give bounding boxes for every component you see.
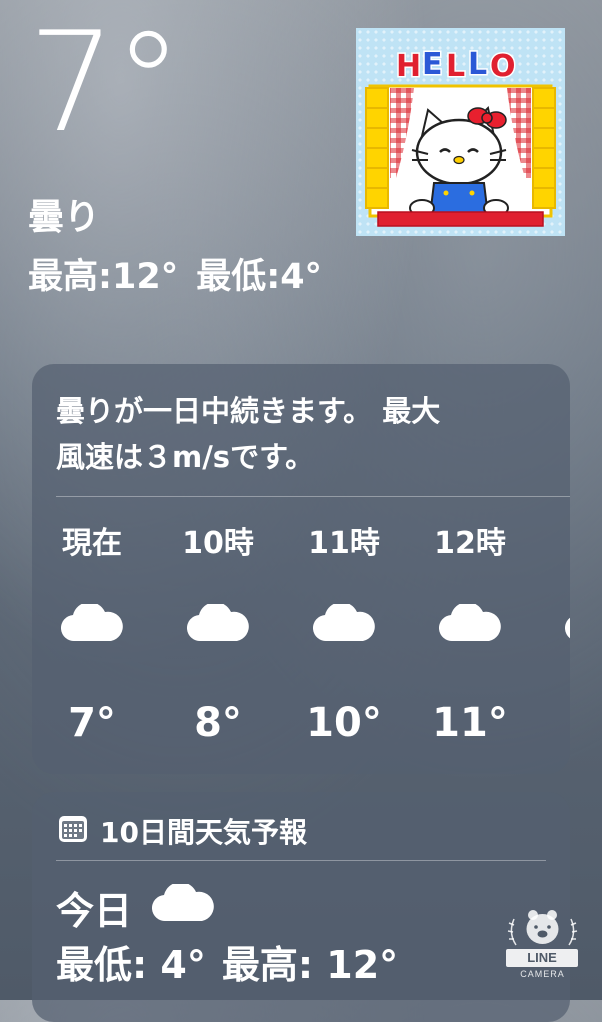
kitty-face xyxy=(411,105,507,186)
hourly-forecast-card: 曇りが一日中続きます。 最大 風速は３m/sです。 現在 7° 10時 8° 1… xyxy=(32,364,570,774)
hour-label: 10時 xyxy=(182,526,254,561)
cloud-icon xyxy=(284,604,404,664)
hello-letter-h: H xyxy=(396,49,421,84)
calendar-icon xyxy=(58,813,88,850)
today-high: 最高:12° xyxy=(28,257,179,297)
ten-day-header: 10日間天気予報 xyxy=(58,808,307,854)
bear-logo-icon xyxy=(507,910,578,946)
hour-label: 12時 xyxy=(434,526,506,561)
high-low: 最高:12° 最低:4° xyxy=(28,248,340,299)
cloud-icon xyxy=(151,882,214,931)
forecast-summary: 曇りが一日中続きます。 最大 風速は３m/sです。 xyxy=(56,388,556,480)
hello-letter-e: E xyxy=(422,47,443,82)
hello-kitty-illustration: H E L L O xyxy=(365,46,556,227)
today-high: 最高: 12° xyxy=(221,943,399,987)
hello-text: H E L L O xyxy=(395,46,518,86)
current-condition: 曇り xyxy=(28,197,101,238)
hour-item: 11時 10° xyxy=(284,524,404,746)
today-label: 今日 xyxy=(56,889,133,933)
today-low: 最低: 4° xyxy=(56,943,206,987)
watermark-sub: CAMERA xyxy=(520,969,565,979)
cloud-icon xyxy=(32,604,152,664)
line-camera-watermark: LINE CAMERA xyxy=(500,905,585,985)
ten-day-forecast-card: 10日間天気予報 今日 最低: 4° 最高: 12° xyxy=(32,792,570,1022)
hour-label: 1 xyxy=(536,524,570,564)
hello-kitty-sticker: H E L L O xyxy=(356,28,565,236)
watermark-brand: LINE xyxy=(506,949,578,967)
hour-temperature: 7° xyxy=(68,700,116,746)
cloud-icon xyxy=(536,604,570,664)
hour-temperature: 1 xyxy=(536,700,570,746)
card-divider xyxy=(56,496,570,497)
forecast-summary-line-1: 曇りが一日中続きます。 最大 xyxy=(56,394,441,428)
cloud-icon xyxy=(158,604,278,664)
today-row[interactable]: 今日 xyxy=(56,880,214,935)
hour-item: 10時 8° xyxy=(158,524,278,746)
forecast-summary-line-2: 風速は３m/sです。 xyxy=(56,440,315,474)
today-range: 最低: 4° 最高: 12° xyxy=(56,934,414,989)
hourly-list[interactable]: 現在 7° 10時 8° 11時 10° 12時 11° xyxy=(32,524,570,764)
hour-temperature: 10° xyxy=(306,700,382,746)
hour-temperature: 8° xyxy=(194,700,242,746)
current-temperature: 7° xyxy=(28,2,183,163)
hour-item: 12時 11° xyxy=(410,524,530,746)
hello-letter-l2: L xyxy=(468,47,487,82)
hello-letter-o: O xyxy=(490,49,516,84)
hour-item: 現在 7° xyxy=(32,524,152,746)
ten-day-title: 10日間天気予報 xyxy=(100,816,307,849)
hello-letter-l1: L xyxy=(446,49,465,84)
card-divider xyxy=(56,860,546,861)
cloud-icon xyxy=(410,604,530,664)
today-low: 最低:4° xyxy=(196,257,323,297)
hour-label: 現在 xyxy=(62,526,122,561)
hour-item: 1 1 xyxy=(536,524,570,746)
hour-label: 11時 xyxy=(308,526,380,561)
hour-temperature: 11° xyxy=(432,700,508,746)
